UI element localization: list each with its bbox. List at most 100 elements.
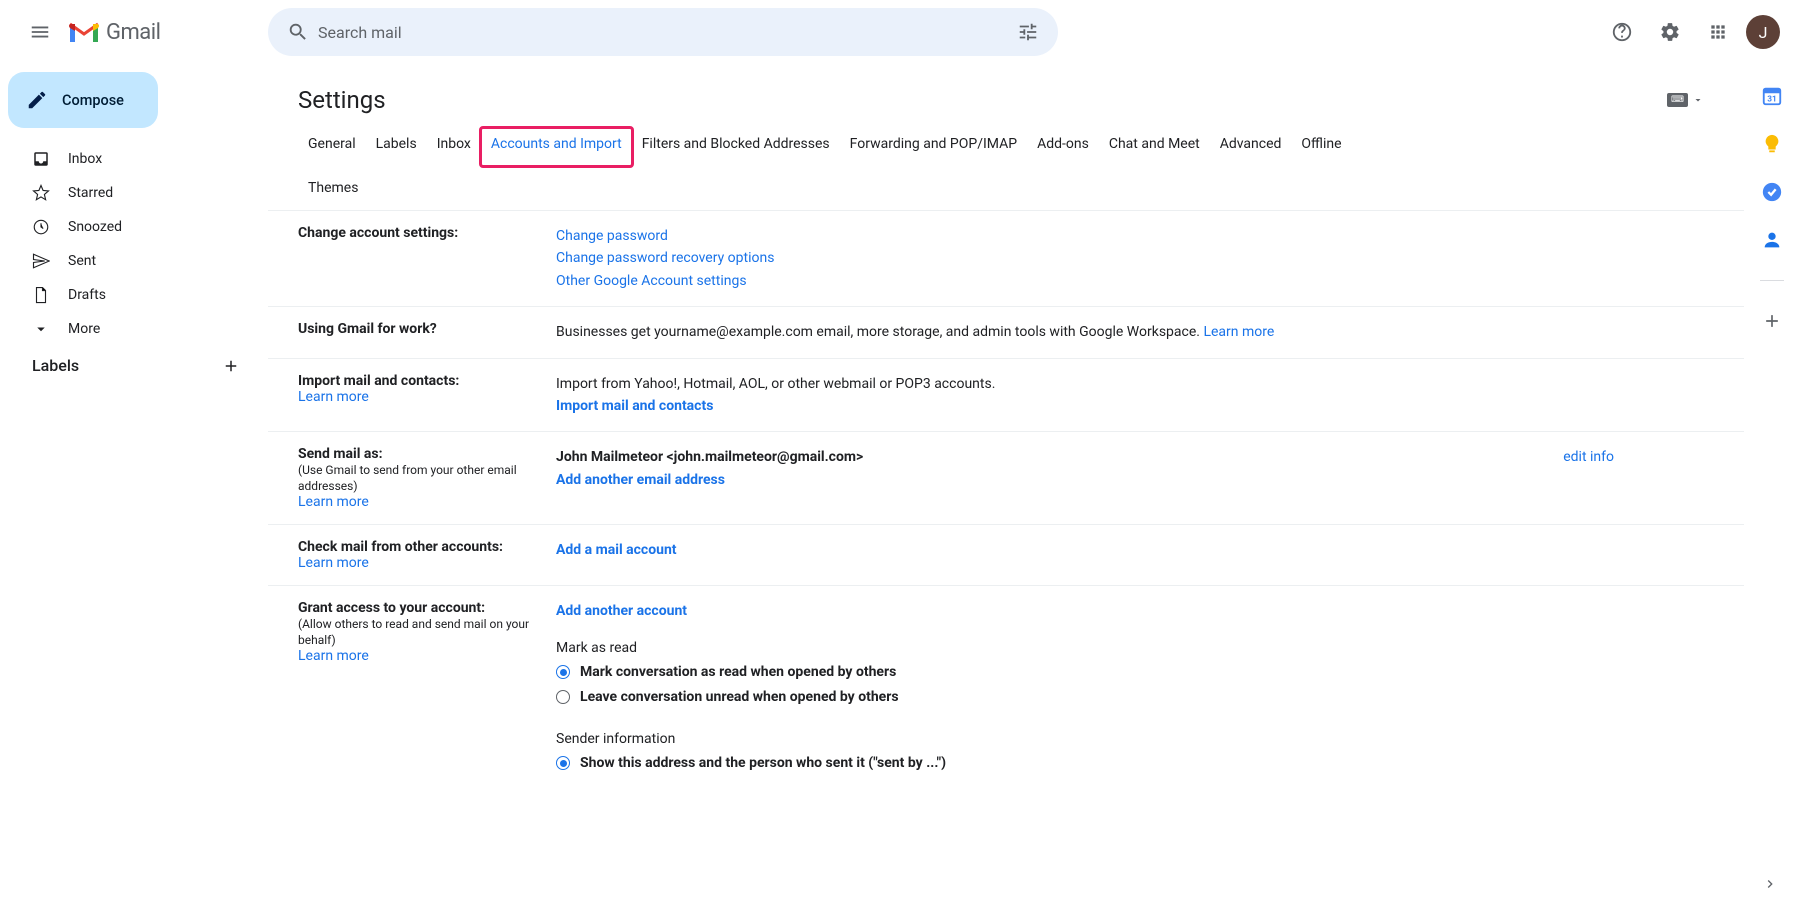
radio-label: Mark conversation as read when opened by… <box>580 661 896 683</box>
account-avatar[interactable]: J <box>1746 15 1780 49</box>
sidebar-item-label: Starred <box>68 185 113 201</box>
tab-chat-meet[interactable]: Chat and Meet <box>1099 128 1210 166</box>
brand-text: Gmail <box>106 20 160 45</box>
link-sendas-learn-more[interactable]: Learn more <box>298 494 369 510</box>
help-icon <box>1611 21 1633 43</box>
support-button[interactable] <box>1602 12 1642 52</box>
link-change-password[interactable]: Change password <box>556 225 1714 247</box>
send-icon <box>32 252 50 270</box>
radio-show-address[interactable]: Show this address and the person who sen… <box>556 752 1714 774</box>
section-label: Check mail from other accounts: <box>298 539 503 555</box>
link-add-another-account[interactable]: Add another account <box>556 600 1714 622</box>
sender-info-heading: Sender information <box>556 728 1714 750</box>
import-text: Import from Yahoo!, Hotmail, AOL, or oth… <box>556 373 1714 395</box>
sidebar: Compose Inbox Starred Snoozed Sent Draft… <box>0 64 260 912</box>
plus-icon <box>222 357 240 375</box>
inbox-icon <box>32 150 50 168</box>
sidebar-item-label: Snoozed <box>68 219 122 235</box>
section-import: Import mail and contacts: Learn more Imp… <box>268 359 1744 433</box>
search-icon <box>287 21 309 43</box>
link-grant-learn-more[interactable]: Learn more <box>298 648 369 664</box>
radio-icon <box>556 690 570 704</box>
search-bar[interactable] <box>268 8 1058 56</box>
add-label-button[interactable] <box>222 357 240 375</box>
tab-labels[interactable]: Labels <box>366 128 427 166</box>
gmail-m-icon <box>68 20 100 44</box>
link-import-action[interactable]: Import mail and contacts <box>556 395 1714 417</box>
search-input[interactable] <box>318 23 1008 42</box>
section-change-account: Change account settings: Change password… <box>268 211 1744 307</box>
mark-as-read-heading: Mark as read <box>556 637 1714 659</box>
hamburger-icon <box>29 21 51 43</box>
sidebar-item-label: Inbox <box>68 151 102 167</box>
keep-app-icon[interactable] <box>1760 132 1784 156</box>
keyboard-icon: ⌨ <box>1667 93 1688 107</box>
chevron-down-icon <box>32 320 50 338</box>
sidebar-item-starred[interactable]: Starred <box>8 176 260 210</box>
section-check-mail: Check mail from other accounts: Learn mo… <box>268 525 1744 586</box>
chevron-right-icon <box>1762 876 1778 892</box>
google-apps-button[interactable] <box>1698 12 1738 52</box>
send-as-identity: John Mailmeteor <john.mailmeteor@gmail.c… <box>556 446 863 468</box>
sidebar-item-inbox[interactable]: Inbox <box>8 142 260 176</box>
section-sublabel: (Allow others to read and send mail on y… <box>298 617 529 647</box>
link-checkmail-learn-more[interactable]: Learn more <box>298 555 369 571</box>
radio-leave-unread[interactable]: Leave conversation unread when opened by… <box>556 686 1714 708</box>
tab-themes[interactable]: Themes <box>298 166 1726 210</box>
tab-general[interactable]: General <box>298 128 366 166</box>
section-label: Grant access to your account: <box>298 600 485 616</box>
compose-button[interactable]: Compose <box>8 72 158 128</box>
link-other-google-settings[interactable]: Other Google Account settings <box>556 270 1714 292</box>
gear-icon <box>1659 21 1681 43</box>
input-tools-select[interactable]: ⌨ <box>1667 93 1704 107</box>
compose-label: Compose <box>62 92 124 109</box>
tune-icon <box>1017 21 1039 43</box>
search-button[interactable] <box>278 12 318 52</box>
sidebar-item-label: Drafts <box>68 287 106 303</box>
contacts-app-icon[interactable] <box>1760 228 1784 252</box>
radio-label: Show this address and the person who sen… <box>580 752 946 774</box>
tab-advanced[interactable]: Advanced <box>1210 128 1292 166</box>
settings-panel: Settings ⌨ General Labels Inbox Accounts… <box>268 68 1744 908</box>
app-header: Gmail J <box>0 0 1800 64</box>
section-label: Using Gmail for work? <box>298 321 437 337</box>
radio-mark-read[interactable]: Mark conversation as read when opened by… <box>556 661 1714 683</box>
get-addons-button[interactable] <box>1760 309 1784 333</box>
tab-offline[interactable]: Offline <box>1291 128 1351 166</box>
link-work-learn-more[interactable]: Learn more <box>1203 324 1274 340</box>
main-menu-button[interactable] <box>16 8 64 56</box>
link-edit-info[interactable]: edit info <box>1563 446 1614 468</box>
tab-forwarding[interactable]: Forwarding and POP/IMAP <box>840 128 1027 166</box>
labels-header: Labels <box>8 346 260 379</box>
gmail-logo[interactable]: Gmail <box>68 20 160 45</box>
tab-addons[interactable]: Add-ons <box>1027 128 1099 166</box>
sidebar-item-sent[interactable]: Sent <box>8 244 260 278</box>
sidebar-item-more[interactable]: More <box>8 312 260 346</box>
side-panel-collapse-button[interactable] <box>1754 868 1786 900</box>
sidebar-item-drafts[interactable]: Drafts <box>8 278 260 312</box>
search-options-button[interactable] <box>1008 12 1048 52</box>
work-text: Businesses get yourname@example.com emai… <box>556 324 1203 340</box>
settings-tabs: General Labels Inbox Accounts and Import… <box>268 114 1744 211</box>
settings-button[interactable] <box>1650 12 1690 52</box>
calendar-app-icon[interactable]: 31 <box>1760 84 1784 108</box>
tab-filters[interactable]: Filters and Blocked Addresses <box>632 128 840 166</box>
tasks-app-icon[interactable] <box>1760 180 1784 204</box>
labels-title: Labels <box>32 356 79 375</box>
radio-icon <box>556 756 570 770</box>
dropdown-arrow-icon <box>1692 94 1704 106</box>
link-add-email-address[interactable]: Add another email address <box>556 469 1714 491</box>
link-add-mail-account[interactable]: Add a mail account <box>556 539 1714 561</box>
radio-icon <box>556 665 570 679</box>
radio-label: Leave conversation unread when opened by… <box>580 686 899 708</box>
section-grant-access: Grant access to your account: (Allow oth… <box>268 586 1744 790</box>
tab-accounts-import[interactable]: Accounts and Import <box>481 128 632 166</box>
section-label: Change account settings: <box>298 225 458 241</box>
section-send-as: Send mail as: (Use Gmail to send from yo… <box>268 432 1744 525</box>
tab-inbox[interactable]: Inbox <box>427 128 481 166</box>
sidebar-item-snoozed[interactable]: Snoozed <box>8 210 260 244</box>
link-change-recovery[interactable]: Change password recovery options <box>556 247 1714 269</box>
link-import-learn-more[interactable]: Learn more <box>298 389 369 405</box>
section-label: Import mail and contacts: <box>298 373 459 389</box>
sidebar-item-label: More <box>68 321 100 337</box>
